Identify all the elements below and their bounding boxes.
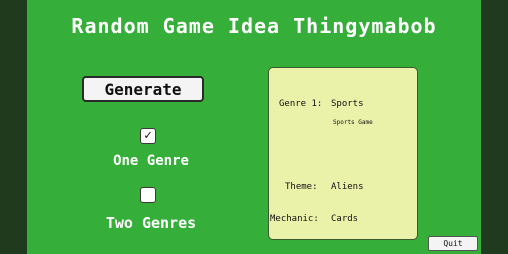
genre-label: Genre 1: (279, 99, 323, 109)
theme-value: Aliens (331, 182, 364, 192)
checkmark-icon: ✓ (144, 128, 152, 143)
one-genre-checkbox[interactable]: ✓ (140, 128, 156, 144)
genre-value: Sports (331, 99, 364, 109)
mechanic-value: Cards (331, 214, 359, 224)
theme-label: Theme: (285, 182, 318, 192)
app-title: Random Game Idea Thingymabob (71, 14, 437, 38)
result-panel: Genre 1: Sports Sports Game Theme: Alien… (268, 67, 418, 240)
quit-button[interactable]: Quit (428, 236, 478, 251)
two-genres-checkbox[interactable] (140, 187, 156, 203)
generate-button[interactable]: Generate (82, 76, 204, 102)
mechanic-label: Mechanic: (270, 214, 319, 224)
app-window: Random Game Idea Thingymabob Generate ✓ … (27, 0, 481, 254)
one-genre-label: One Genre (113, 153, 189, 169)
two-genres-label: Two Genres (105, 214, 197, 232)
genre-description: Sports Game (333, 119, 373, 126)
